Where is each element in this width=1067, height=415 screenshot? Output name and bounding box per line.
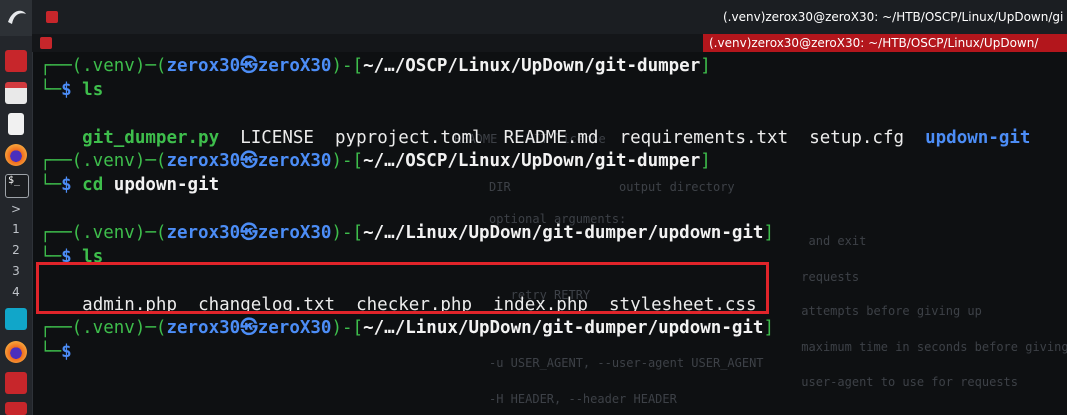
front-window-title: (.venv)zerox30@zeroX30: ~/HTB/OSCP/Linux…	[703, 34, 1067, 52]
prompt-at: ㉿	[240, 56, 258, 76]
prompt-at: ㉿	[240, 223, 258, 243]
ls-entry: LICENSE	[240, 128, 314, 148]
prompt-user: zerox30	[166, 223, 241, 243]
prompt-user: zerox30	[166, 318, 241, 338]
ls-entry: pyproject.toml	[335, 128, 483, 148]
workspace-3[interactable]: 3	[0, 264, 32, 278]
prompt-path: ~/…/Linux/UpDown/git-dumper/updown-git	[363, 318, 764, 338]
firefox-icon-2[interactable]	[5, 341, 27, 363]
prompt-venv: (.venv)	[71, 223, 146, 243]
prompt-line: ┌──(.venv)─(zerox30㉿zeroX30)-[~/…/Linux/…	[40, 318, 775, 338]
kali-menu-icon[interactable]	[0, 0, 32, 36]
prompt-symbol: $	[61, 80, 72, 100]
ghost-text: user-agent to use for requests	[664, 375, 1019, 389]
terminal-window-icon	[40, 37, 52, 49]
prompt-venv: (.venv)	[71, 151, 146, 171]
prompt-line: ┌──(.venv)─(zerox30㉿zeroX30)-[~/…/OSCP/L…	[40, 151, 711, 171]
prompt-line: ┌──(.venv)─(zerox30㉿zeroX30)-[~/…/OSCP/L…	[40, 56, 711, 76]
ls-entry: requirements.txt	[619, 128, 789, 148]
workspace-2[interactable]: 2	[0, 243, 32, 257]
front-window-titlebar[interactable]: (.venv)zerox30@zeroX30: ~/HTB/OSCP/Linux…	[32, 34, 1067, 52]
ls-entry: setup.cfg	[809, 128, 905, 148]
ls-output: git_dumper.py LICENSE pyproject.toml REA…	[40, 102, 1030, 148]
terminal-output[interactable]: README MIT license DIR output directory …	[34, 52, 1067, 415]
command-line: └─$ ls	[40, 80, 104, 100]
ls-entry-dir: updown-git	[925, 128, 1031, 148]
prompt-host: zeroX30	[257, 56, 332, 76]
command-line: └─$ cd updown-git	[40, 175, 220, 195]
prompt-user: zerox30	[166, 151, 241, 171]
prompt-host: zeroX30	[257, 318, 332, 338]
command-arg: updown-git	[113, 175, 220, 195]
terminal-tab-icon-2[interactable]	[5, 402, 27, 415]
prompt-line: ┌──(.venv)─(zerox30㉿zeroX30)-[~/…/Linux/…	[40, 223, 775, 243]
back-window-title: (.venv)zerox30@zeroX30: ~/HTB/OSCP/Linux…	[723, 10, 1063, 24]
dock-menu[interactable]	[0, 0, 32, 36]
prompt-at: ㉿	[240, 151, 258, 171]
red-app-icon[interactable]	[5, 50, 27, 72]
highlight-box	[36, 262, 769, 314]
prompt-path: ~/…/Linux/UpDown/git-dumper/updown-git	[363, 223, 764, 243]
files-icon[interactable]	[5, 82, 27, 104]
prompt-path: ~/…/OSCP/Linux/UpDown/git-dumper	[363, 151, 701, 171]
prompt-symbol: $	[61, 175, 72, 195]
command-line[interactable]: └─$	[40, 340, 72, 364]
dock: $_ > 1 2 3 4	[0, 0, 33, 415]
ghost-text: DIR output directory	[489, 180, 735, 194]
prompt-symbol: $	[61, 342, 72, 362]
burp-icon[interactable]	[5, 308, 27, 330]
terminal-tab-icon[interactable]	[5, 372, 27, 394]
prompt-host: zeroX30	[257, 223, 332, 243]
ls-entry: README.md	[503, 128, 599, 148]
workspace-4[interactable]: 4	[0, 285, 32, 299]
command: ls	[82, 80, 104, 100]
prompt-host: zeroX30	[257, 151, 332, 171]
back-window-titlebar[interactable]: (.venv)zerox30@zeroX30: ~/HTB/OSCP/Linux…	[32, 0, 1067, 35]
ls-entry: git_dumper.py	[82, 128, 220, 148]
terminal-window-icon	[46, 11, 58, 23]
ghost-text: -u USER_AGENT, --user-agent USER_AGENT	[489, 356, 764, 370]
text-editor-icon[interactable]	[8, 113, 24, 135]
prompt-venv: (.venv)	[71, 318, 146, 338]
firefox-icon[interactable]	[5, 144, 27, 166]
command: cd	[82, 175, 104, 195]
prompt-venv: (.venv)	[71, 56, 146, 76]
prompt-path: ~/…/OSCP/Linux/UpDown/git-dumper	[363, 56, 701, 76]
ghost-text: maximum time in seconds before giving up	[664, 340, 1067, 354]
dock-arrow[interactable]: >	[0, 202, 32, 216]
workspace-1[interactable]: 1	[0, 222, 32, 236]
terminal-icon[interactable]: $_	[5, 174, 29, 198]
prompt-at: ㉿	[240, 318, 258, 338]
prompt-user: zerox30	[166, 56, 241, 76]
ghost-text: -H HEADER, --header HEADER	[489, 392, 677, 406]
